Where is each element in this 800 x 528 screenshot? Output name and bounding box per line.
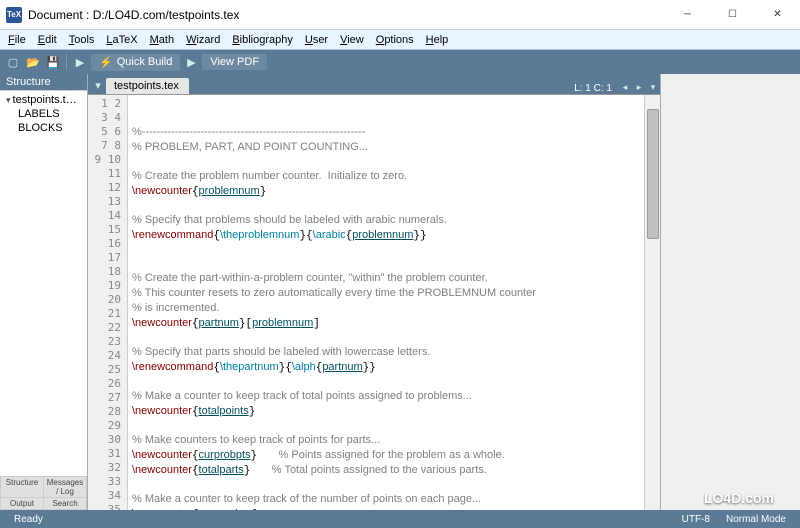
app-icon: TeX [6, 7, 22, 23]
tab-search[interactable]: Search [44, 498, 86, 509]
preview-pane [660, 74, 800, 510]
vertical-scrollbar[interactable] [644, 95, 660, 510]
next-tab-icon[interactable]: ▸ [632, 80, 646, 94]
scroll-thumb[interactable] [647, 109, 659, 239]
window-minimize[interactable]: ─ [665, 0, 710, 30]
editor-tab[interactable]: testpoints.tex [106, 78, 189, 94]
menu-bibliography[interactable]: Bibliography [226, 32, 299, 48]
tree-label: LABELS [18, 108, 60, 120]
open-file-icon[interactable]: 📂 [24, 53, 42, 71]
window-close[interactable]: ✕ [755, 0, 800, 30]
menu-edit[interactable]: Edit [32, 32, 63, 48]
prev-tab-icon[interactable]: ◂ [618, 80, 632, 94]
tab-structure[interactable]: Structure [1, 477, 43, 497]
view-pdf-button[interactable]: View PDF [202, 54, 267, 70]
bolt-icon: ⚡ [99, 56, 113, 69]
cursor-position: L: 1 C: 1 [568, 83, 618, 94]
menu-view[interactable]: View [334, 32, 370, 48]
menu-user[interactable]: User [299, 32, 334, 48]
editor-tabstrip: ▾ testpoints.tex L: 1 C: 1 ◂ ▸ ▾ [88, 74, 660, 94]
sidebar-header: Structure [0, 74, 87, 90]
status-ready: Ready [6, 514, 51, 525]
status-mode: Normal Mode [718, 514, 794, 525]
quick-build-button[interactable]: ⚡ Quick Build [91, 54, 180, 71]
window-maximize[interactable]: ☐ [710, 0, 755, 30]
save-file-icon[interactable]: 💾 [44, 53, 62, 71]
menu-wizard[interactable]: Wizard [180, 32, 226, 48]
menu-help[interactable]: Help [420, 32, 455, 48]
menu-options[interactable]: Options [370, 32, 420, 48]
menu-file[interactable]: File [2, 32, 32, 48]
editor: 1 2 3 4 5 6 7 8 9 10 11 12 13 14 15 16 1… [88, 94, 660, 510]
view-icon[interactable]: ▶ [182, 53, 200, 71]
sidebar: Structure ▾testpoints.t… LABELS BLOCKS S… [0, 74, 88, 510]
tree-label: BLOCKS [18, 122, 63, 134]
menu-latex[interactable]: LaTeX [100, 32, 143, 48]
separator [66, 54, 67, 70]
structure-tree[interactable]: ▾testpoints.t… LABELS BLOCKS [0, 90, 87, 476]
quick-build-label: Quick Build [117, 56, 173, 68]
window-title: Document : D:/LO4D.com/testpoints.tex [28, 8, 665, 22]
body: Structure ▾testpoints.t… LABELS BLOCKS S… [0, 74, 800, 510]
tree-node-labels[interactable]: LABELS [0, 107, 87, 121]
status-encoding: UTF-8 [674, 514, 718, 525]
editor-tab-label: testpoints.tex [114, 80, 179, 92]
tree-root-label: testpoints.t… [13, 94, 77, 106]
chevron-down-icon: ▾ [6, 95, 11, 106]
sidebar-bottom-tabs: Structure Messages / Log Output Search [0, 476, 87, 510]
statusbar: Ready UTF-8 Normal Mode [0, 510, 800, 528]
tree-root[interactable]: ▾testpoints.t… [0, 93, 87, 107]
menubar: FileEditToolsLaTeXMathWizardBibliography… [0, 30, 800, 50]
run-icon[interactable]: ▶ [71, 53, 89, 71]
view-pdf-label: View PDF [210, 56, 259, 68]
menu-tools[interactable]: Tools [63, 32, 101, 48]
new-file-icon[interactable]: ▢ [4, 53, 22, 71]
menu-math[interactable]: Math [144, 32, 180, 48]
toolbar: ▢ 📂 💾 ▶ ⚡ Quick Build ▶ View PDF [0, 50, 800, 74]
bookmark-icon[interactable]: ▾ [90, 76, 106, 94]
editor-area: ▾ testpoints.tex L: 1 C: 1 ◂ ▸ ▾ 1 2 3 4… [88, 74, 660, 510]
titlebar: TeX Document : D:/LO4D.com/testpoints.te… [0, 0, 800, 30]
tab-menu-icon[interactable]: ▾ [646, 80, 660, 94]
code-area[interactable]: %---------------------------------------… [128, 95, 644, 510]
tab-output[interactable]: Output [1, 498, 43, 509]
tree-node-blocks[interactable]: BLOCKS [0, 121, 87, 135]
tab-messages[interactable]: Messages / Log [44, 477, 86, 497]
line-number-gutter: 1 2 3 4 5 6 7 8 9 10 11 12 13 14 15 16 1… [88, 95, 128, 510]
